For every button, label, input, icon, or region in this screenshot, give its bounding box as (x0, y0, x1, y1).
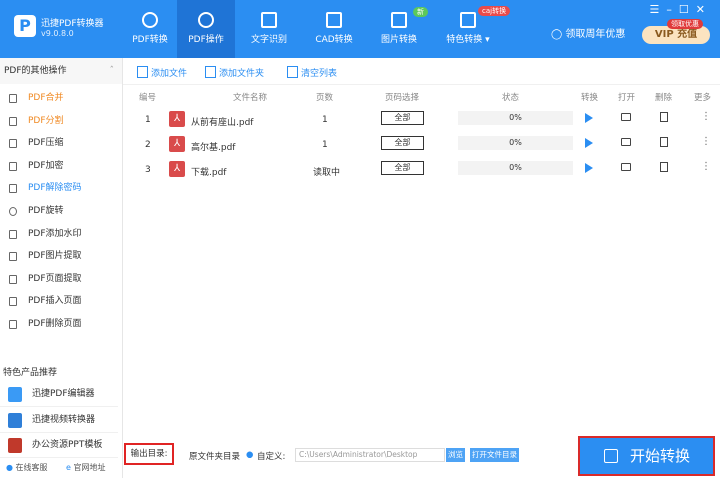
promo-link[interactable]: ◯ 领取周年优惠 (551, 25, 625, 40)
cad-icon (326, 12, 342, 28)
nav-cad[interactable]: CAD转换 (305, 0, 363, 58)
sidebar-item-extract-images[interactable]: PDF图片提取 (0, 245, 122, 268)
pdf-icon: ⅄ (169, 136, 185, 152)
product-pdf-editor[interactable]: 迅捷PDF编辑器 (0, 382, 118, 407)
radio-selected-icon[interactable]: ● (246, 450, 253, 460)
folder-icon[interactable] (621, 113, 631, 121)
folder-icon[interactable] (621, 138, 631, 146)
col-more: 更多 (694, 93, 712, 103)
app-version: v9.0.8.0 (41, 29, 74, 38)
play-icon[interactable] (585, 138, 593, 148)
more-icon[interactable]: ⋮ (701, 136, 711, 147)
product-video-converter[interactable]: 迅捷视频转换器 (0, 408, 118, 433)
add-folder-button[interactable]: 添加文件夹 (205, 66, 264, 79)
custom-option[interactable]: 自定义: (257, 450, 285, 462)
close-icon: ✕ (695, 3, 712, 16)
more-icon[interactable]: ⋮ (701, 111, 711, 122)
star-icon (460, 12, 476, 28)
sidebar-item-extract-pages[interactable]: PDF页面提取 (0, 268, 122, 291)
app-logo: P (14, 15, 36, 37)
sidebar-item-split[interactable]: PDF分割 (0, 110, 122, 133)
header: P 迅捷PDF转换器 v9.0.8.0 PDF转换 PDF操作 文字识别 CAD… (0, 0, 720, 58)
table-row: 3 ⅄ 下载.pdf 读取中 全部 0% ⋮ (145, 161, 711, 178)
start-convert-button[interactable]: 开始转换 (578, 436, 715, 476)
chevron-down-icon: ▾ (485, 35, 490, 45)
page-range-select[interactable]: 全部 (381, 136, 424, 150)
output-dir-label: 输出目录: (124, 443, 174, 465)
convert-icon (142, 12, 158, 28)
browser-icon: e (66, 463, 71, 472)
col-delete: 删除 (655, 93, 673, 103)
pdf-icon: ⅄ (169, 161, 185, 177)
pdf-icon: ⅄ (169, 111, 185, 127)
sidebar-item-merge[interactable]: PDF合并 (0, 87, 122, 110)
col-status: 状态 (502, 93, 520, 103)
add-file-button[interactable]: 添加文件 (137, 66, 187, 79)
online-service-link[interactable]: ● 在线客服 (6, 462, 48, 473)
table-row: 2 ⅄ 高尔基.pdf 1 全部 0% ⋮ (145, 136, 711, 153)
ocr-icon (261, 12, 277, 28)
app-name: 迅捷PDF转换器 (41, 19, 104, 29)
sidebar-item-encrypt[interactable]: PDF加密 (0, 155, 122, 178)
folder-icon[interactable] (621, 163, 631, 171)
progress-bar: 0% (458, 111, 573, 125)
sidebar-item-delete-pages[interactable]: PDF删除页面 (0, 313, 122, 336)
sidebar-title[interactable]: PDF的其他操作 ˆ (0, 58, 122, 84)
sidebar-item-rotate[interactable]: PDF旋转 (0, 200, 122, 223)
progress-bar: 0% (458, 136, 573, 150)
col-convert: 转换 (581, 93, 599, 103)
table-row: 1 ⅄ 从前有座山.pdf 1 全部 0% ⋮ (145, 111, 711, 128)
sidebar-item-insert-pages[interactable]: PDF插入页面 (0, 290, 122, 313)
page-range-select[interactable]: 全部 (381, 111, 424, 125)
gear-icon (198, 12, 214, 28)
progress-bar: 0% (458, 161, 573, 175)
vip-badge: 领取优惠 (667, 19, 703, 29)
section-title: 特色产品推荐 (3, 368, 58, 378)
trash-icon[interactable] (660, 162, 668, 172)
menu-icon: ☰ (649, 3, 667, 16)
sidebar-item-watermark[interactable]: PDF添加水印 (0, 223, 122, 246)
col-pages: 页数 (316, 93, 334, 103)
product-ppt-templates[interactable]: 办公资源PPT模板 (0, 433, 118, 458)
window-controls[interactable]: ☰–☐✕ (650, 3, 712, 16)
minimize-icon: – (666, 3, 679, 16)
sidebar-item-decrypt[interactable]: PDF解除密码 (0, 177, 122, 200)
trash-icon[interactable] (660, 112, 668, 122)
image-icon (391, 12, 407, 28)
nav-ocr[interactable]: 文字识别 (240, 0, 298, 58)
nav-pdf-operate[interactable]: PDF操作 (177, 0, 235, 58)
sidebar-item-compress[interactable]: PDF压缩 (0, 132, 122, 155)
clear-list-button[interactable]: 清空列表 (287, 66, 337, 79)
output-path-input[interactable]: C:\Users\Administrator\Desktop (295, 448, 445, 462)
toolbar: 添加文件 添加文件夹 清空列表 (123, 58, 720, 85)
play-icon (604, 449, 618, 463)
play-icon[interactable] (585, 163, 593, 173)
maximize-icon: ☐ (678, 3, 696, 16)
trash-icon[interactable] (660, 137, 668, 147)
original-folder-option[interactable]: 原文件夹目录 (189, 450, 240, 462)
page-range-select[interactable]: 全部 (381, 161, 424, 175)
nav-pdf-convert[interactable]: PDF转换 (121, 0, 179, 58)
col-name: 文件名称 (233, 93, 268, 103)
col-range: 页码选择 (385, 93, 420, 103)
caj-badge: caj转换 (478, 6, 511, 16)
website-link[interactable]: e 官网地址 (66, 462, 105, 473)
browse-button[interactable]: 浏览 (446, 448, 465, 462)
sidebar: PDF的其他操作 ˆ PDF合并 PDF分割 PDF压缩 PDF加密 PDF解除密… (0, 58, 123, 478)
play-icon[interactable] (585, 113, 593, 123)
open-folder-button[interactable]: 打开文件目录 (470, 448, 519, 462)
user-icon: ◯ (551, 29, 563, 40)
chevron-up-icon: ˆ (109, 66, 115, 76)
col-num: 编号 (139, 93, 157, 103)
new-badge: 新 (413, 7, 428, 17)
more-icon[interactable]: ⋮ (701, 161, 711, 172)
col-open: 打开 (618, 93, 636, 103)
person-icon: ● (6, 463, 13, 472)
